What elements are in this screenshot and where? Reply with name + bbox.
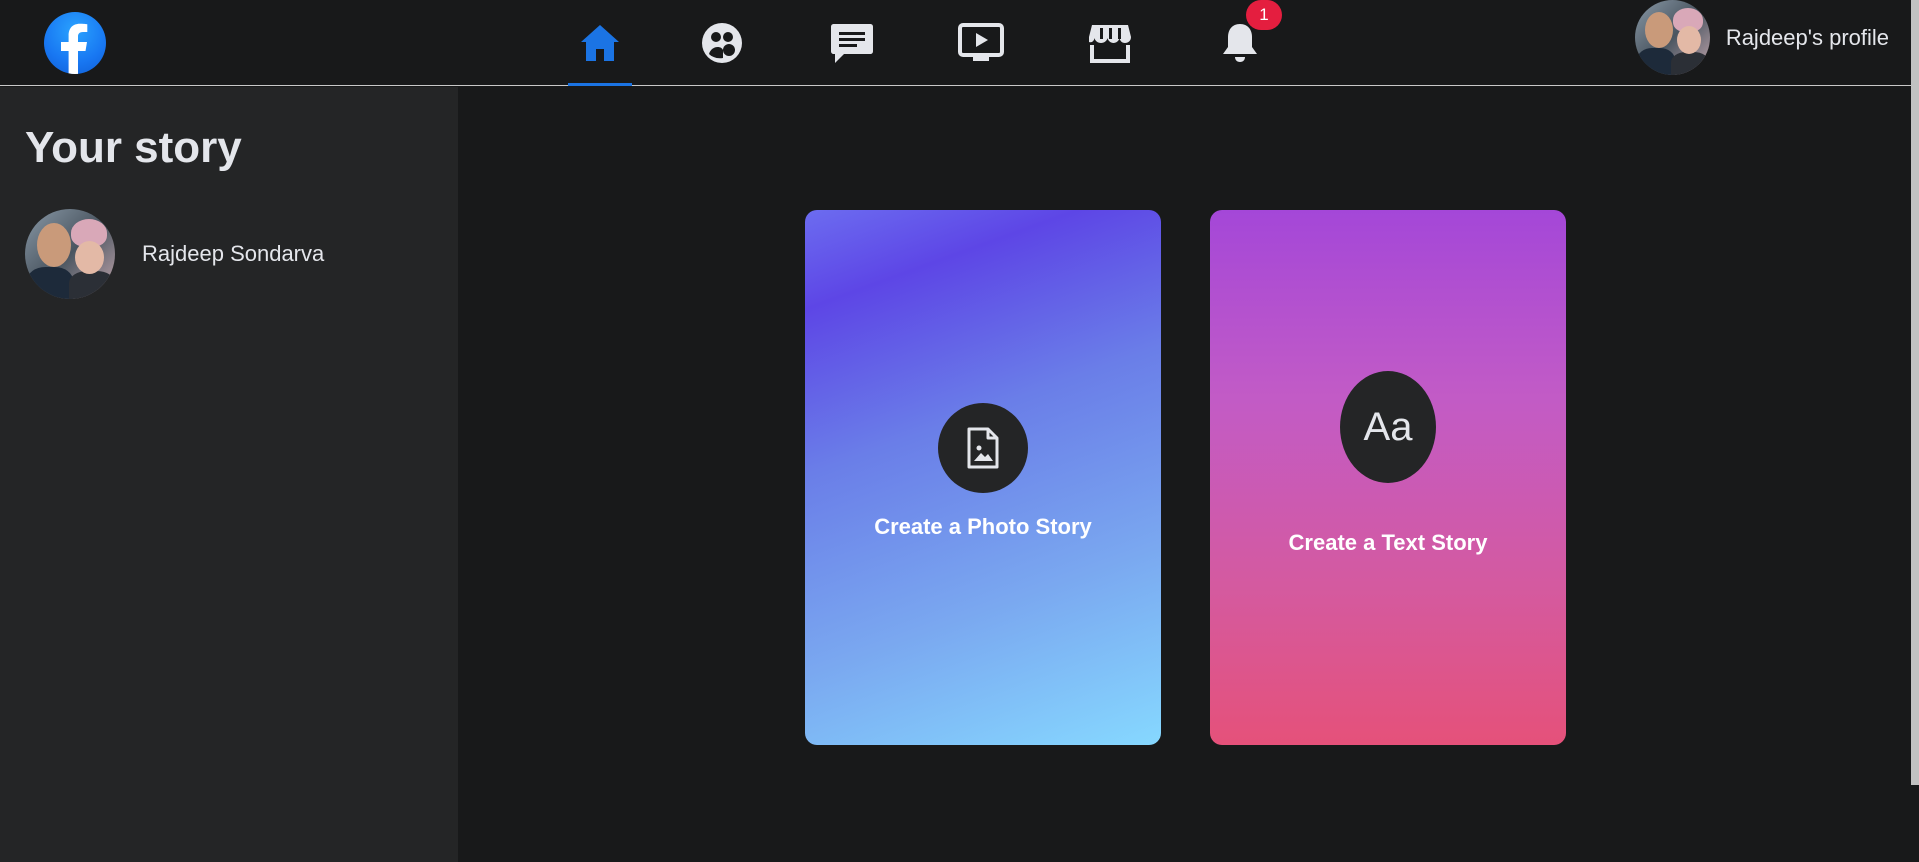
nav-tab-home[interactable] [568, 0, 632, 86]
home-icon [581, 25, 619, 61]
notification-badge: 1 [1246, 0, 1282, 30]
profile-name[interactable]: Rajdeep's profile [1726, 25, 1889, 51]
photo-story-label: Create a Photo Story [874, 514, 1092, 539]
watch-icon [958, 23, 1004, 61]
nav-tab-messages[interactable] [820, 0, 884, 86]
nav-tab-marketplace[interactable] [1078, 0, 1142, 86]
story-user-name: Rajdeep Sondarva [142, 241, 325, 266]
marketplace-icon [1089, 25, 1131, 63]
create-text-story-card[interactable]: Aa Create a Text Story [1210, 210, 1566, 745]
nav-tab-watch[interactable] [949, 0, 1013, 86]
nav-tab-groups[interactable] [690, 0, 754, 86]
scrollbar[interactable] [1911, 0, 1919, 785]
photo-story-icon-button[interactable] [938, 403, 1028, 493]
avatar [1634, 0, 1710, 75]
photo-file-icon [967, 427, 999, 469]
groups-icon [702, 23, 742, 63]
text-story-icon-button[interactable]: Aa [1340, 371, 1436, 483]
profile-button[interactable]: Rajdeep's profile [1634, 0, 1889, 75]
sidebar: Your story Rajdeep Sondarva [0, 87, 458, 862]
sidebar-title: Your story [25, 123, 242, 172]
text-story-label: Create a Text Story [1288, 530, 1488, 555]
messenger-icon [831, 24, 873, 63]
create-photo-story-card[interactable]: Create a Photo Story [805, 210, 1161, 745]
facebook-logo-icon[interactable] [44, 12, 106, 74]
story-user[interactable]: Rajdeep Sondarva [25, 209, 324, 299]
text-story-glyph: Aa [1363, 404, 1413, 449]
top-navigation-bar: 1 Rajdeep's profile [0, 0, 1919, 785]
user-avatar [25, 209, 115, 299]
